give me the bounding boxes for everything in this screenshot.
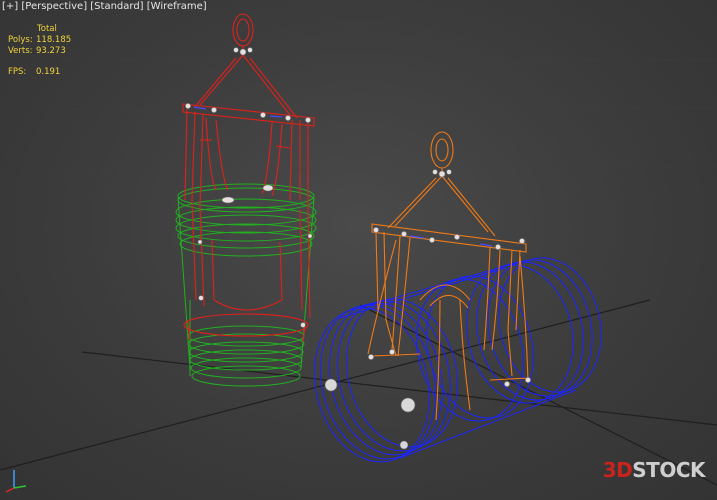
- polys-value: 118.185: [36, 35, 72, 45]
- viewport-statistics: Total Polys: 118.185 Verts: 93.273 FPS: 0.1…: [8, 24, 71, 78]
- red-lifting-clamp[interactable]: [182, 13, 315, 343]
- polys-label: Polys:: [8, 35, 33, 45]
- stats-header: Total: [37, 24, 57, 34]
- orange-clamp-bolts: [368, 169, 531, 387]
- verts-label: Verts:: [8, 46, 33, 56]
- green-drum[interactable]: [175, 183, 317, 387]
- viewport-label-menu: [+] [Perspective] [Standard] [Wireframe]: [2, 1, 207, 12]
- viewport-plus-menu[interactable]: [+]: [2, 1, 18, 12]
- viewport-shading-menu[interactable]: [Standard]: [90, 1, 143, 12]
- viewport-view-menu[interactable]: [Perspective]: [21, 1, 87, 12]
- viewport-scene[interactable]: [0, 0, 717, 500]
- logo-part-stock: STOCK: [632, 458, 705, 482]
- axis-gizmo-icon: [5, 470, 27, 493]
- logo-part-3d: 3D: [602, 458, 633, 482]
- fps-label: FPS:: [8, 67, 27, 77]
- viewport-display-mode-menu[interactable]: [Wireframe]: [147, 1, 207, 12]
- orange-lifting-clamp[interactable]: [367, 131, 531, 421]
- verts-value: 93.273: [36, 46, 66, 56]
- blue-drum[interactable]: [299, 247, 615, 474]
- 3dstock-watermark-logo: 3DSTOCK: [602, 458, 706, 482]
- 3d-viewport[interactable]: [+] [Perspective] [Standard] [Wireframe]…: [0, 0, 717, 500]
- fps-value: 0.191: [36, 67, 61, 77]
